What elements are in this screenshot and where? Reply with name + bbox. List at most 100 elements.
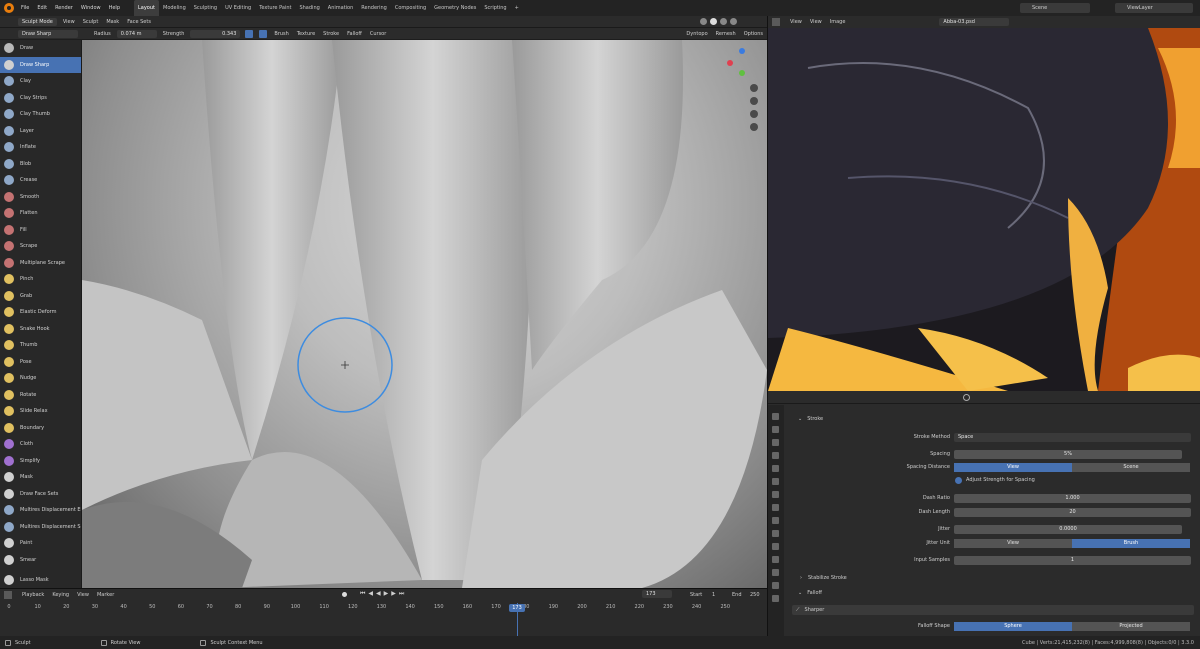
- tool-scrape[interactable]: Scrape: [0, 238, 81, 255]
- properties-tab-icon[interactable]: [772, 504, 779, 511]
- tool-snake-hook[interactable]: Snake Hook: [0, 321, 81, 338]
- tool-multires-displacement-er[interactable]: Multires Displacement Er...: [0, 502, 81, 519]
- menu-mask[interactable]: Mask: [102, 19, 123, 25]
- jitter-unit-brush-button[interactable]: Brush: [1072, 538, 1190, 548]
- menu-falloff[interactable]: Falloff: [343, 31, 366, 37]
- timeline-menu-keying[interactable]: Keying: [48, 592, 73, 598]
- grid-icon[interactable]: [750, 123, 758, 131]
- menu-face-sets[interactable]: Face Sets: [123, 19, 155, 25]
- playback-controls-icon[interactable]: ⏮◀◀▶▶⏭: [360, 590, 407, 598]
- editor-type-icon[interactable]: [772, 18, 780, 26]
- editor-type-icon[interactable]: [4, 590, 12, 599]
- properties-tab-icon[interactable]: [772, 439, 779, 446]
- menu-help[interactable]: Help: [105, 0, 124, 16]
- material-shading-icon[interactable]: [720, 18, 727, 25]
- spacing-distance-scene-button[interactable]: Scene: [1072, 462, 1190, 472]
- properties-tab-icon[interactable]: [772, 517, 779, 524]
- timeline-ruler[interactable]: 0 10 20 30 40 50 60 70 80 90 100 110 120 130 140 150 160…: [0, 603, 767, 613]
- tool-inflate[interactable]: Inflate: [0, 139, 81, 156]
- properties-tab-icon[interactable]: [772, 452, 779, 459]
- menu-window[interactable]: Window: [77, 0, 105, 16]
- properties-tab-icon[interactable]: [772, 569, 779, 576]
- radius-field[interactable]: 0.074 m: [116, 29, 157, 38]
- properties-tab-icon[interactable]: [772, 530, 779, 537]
- tab-modeling[interactable]: Modeling: [159, 0, 190, 16]
- tool-rotate[interactable]: Rotate: [0, 387, 81, 404]
- spacing-distance-view-button[interactable]: View: [954, 462, 1072, 472]
- tool-cloth[interactable]: Cloth: [0, 436, 81, 453]
- tool-flatten[interactable]: Flatten: [0, 205, 81, 222]
- menu-sculpt[interactable]: Sculpt: [79, 19, 103, 25]
- pressure-toggle-icon[interactable]: [245, 29, 254, 38]
- tool-slide-relax[interactable]: Slide Relax: [0, 403, 81, 420]
- tool-blob[interactable]: Blob: [0, 156, 81, 173]
- tool-clay[interactable]: Clay: [0, 73, 81, 90]
- image-menu-view[interactable]: View: [786, 19, 806, 25]
- tab-uv-editing[interactable]: UV Editing: [221, 0, 255, 16]
- dash-length-field[interactable]: 20: [954, 507, 1191, 517]
- menu-dyntopo[interactable]: Dyntopo: [682, 31, 711, 37]
- input-samples-field[interactable]: 1: [954, 555, 1191, 565]
- falloff-shape-projected-button[interactable]: Projected: [1072, 621, 1190, 631]
- properties-tab-icon[interactable]: [772, 465, 779, 472]
- tab-texture-paint[interactable]: Texture Paint: [255, 0, 295, 16]
- menu-cursor[interactable]: Cursor: [366, 31, 390, 37]
- timeline-menu-playback[interactable]: Playback: [18, 592, 48, 598]
- tool-draw-face-sets[interactable]: Draw Face Sets: [0, 486, 81, 503]
- rendered-shading-icon[interactable]: [730, 18, 737, 25]
- tool-layer[interactable]: Layer: [0, 123, 81, 140]
- add-workspace-icon[interactable]: +: [511, 0, 523, 16]
- tab-rendering[interactable]: Rendering: [357, 0, 391, 16]
- falloff-preset-dropdown[interactable]: ⟋ Sharper: [792, 605, 1194, 615]
- record-icon[interactable]: [342, 592, 347, 597]
- tool-pose[interactable]: Pose: [0, 354, 81, 371]
- brush-selector[interactable]: Draw Sharp: [18, 29, 78, 38]
- tool-smooth[interactable]: Smooth: [0, 189, 81, 206]
- search-icon[interactable]: [963, 394, 970, 401]
- mode-selector[interactable]: Sculpt Mode: [18, 17, 57, 26]
- properties-tab-icon[interactable]: [772, 595, 779, 602]
- properties-tab-icon[interactable]: [772, 582, 779, 589]
- menu-edit[interactable]: Edit: [33, 0, 51, 16]
- timeline-menu-view[interactable]: View: [73, 592, 93, 598]
- tool-grab[interactable]: Grab: [0, 288, 81, 305]
- current-frame-field[interactable]: 173: [642, 590, 672, 598]
- image-menu-image[interactable]: Image: [826, 19, 850, 25]
- tool-elastic-deform[interactable]: Elastic Deform: [0, 304, 81, 321]
- menu-render[interactable]: Render: [51, 0, 77, 16]
- spacing-slider[interactable]: 5%: [954, 449, 1182, 459]
- adjust-strength-checkbox[interactable]: [955, 476, 962, 484]
- tool-multiplane-scrape[interactable]: Multiplane Scrape: [0, 255, 81, 272]
- strength-field[interactable]: 0.343: [190, 29, 241, 38]
- zoom-icon[interactable]: [750, 84, 758, 92]
- tool-fill[interactable]: Fill: [0, 222, 81, 239]
- tab-layout[interactable]: Layout: [134, 0, 159, 16]
- gizmo-x-axis-icon[interactable]: [727, 60, 733, 66]
- tool-clay-thumb[interactable]: Clay Thumb: [0, 106, 81, 123]
- properties-tab-icon[interactable]: [772, 478, 779, 485]
- tab-compositing[interactable]: Compositing: [391, 0, 430, 16]
- jitter-unit-view-button[interactable]: View: [954, 538, 1072, 548]
- menu-remesh[interactable]: Remesh: [712, 31, 740, 37]
- wireframe-shading-icon[interactable]: [700, 18, 707, 25]
- tab-sculpting[interactable]: Sculpting: [190, 0, 221, 16]
- stroke-method-dropdown[interactable]: Space: [954, 432, 1191, 442]
- tool-nudge[interactable]: Nudge: [0, 370, 81, 387]
- tab-geometry-nodes[interactable]: Geometry Nodes: [430, 0, 480, 16]
- properties-tab-icon[interactable]: [772, 491, 779, 498]
- menu-texture[interactable]: Texture: [293, 31, 319, 37]
- properties-tab-icon[interactable]: [772, 413, 779, 420]
- tool-paint[interactable]: Paint: [0, 535, 81, 552]
- tool-boundary[interactable]: Boundary: [0, 420, 81, 437]
- tool-draw-sharp[interactable]: Draw Sharp: [0, 56, 81, 73]
- direction-toggle-icon[interactable]: [259, 29, 268, 38]
- tool-lasso-mask[interactable]: Lasso Mask: [0, 572, 81, 589]
- start-field[interactable]: 1: [712, 592, 715, 598]
- tab-shading[interactable]: Shading: [295, 0, 323, 16]
- view-layer-selector[interactable]: ViewLayer: [1115, 3, 1193, 13]
- image-menu-view2[interactable]: View: [806, 19, 826, 25]
- falloff-shape-sphere-button[interactable]: Sphere: [954, 621, 1072, 631]
- scene-selector[interactable]: Scene: [1020, 3, 1090, 13]
- blender-logo-icon[interactable]: [4, 3, 14, 13]
- tab-scripting[interactable]: Scripting: [480, 0, 510, 16]
